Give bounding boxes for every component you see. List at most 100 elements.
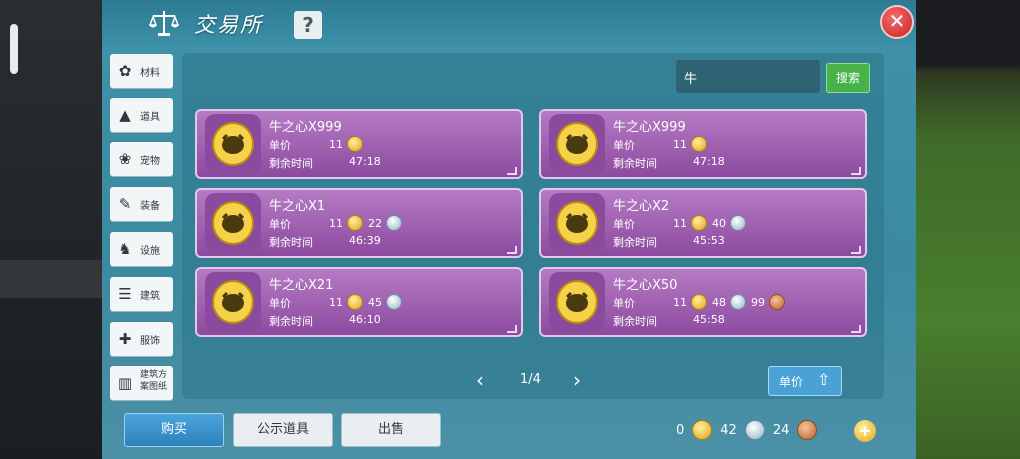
sidebar-item-blueprints[interactable]: ▥ 建筑方案图纸 [110,366,173,400]
sidebar-item-materials[interactable]: ✿ 材料 [110,54,173,88]
item-icon-frame [549,272,605,332]
silver-amount: 45 [368,295,382,309]
ox-heart-icon [556,280,598,324]
sort-by-price-button[interactable]: 单价 ⇧ [768,366,842,396]
sidebar-item-clothing[interactable]: ✚ 服饰 [110,322,173,356]
corner-mark-icon [507,167,517,175]
buy-tab[interactable]: 购买 [124,413,224,447]
silver-balance: 42 [720,422,737,438]
item-icon-frame [205,114,261,174]
add-currency-button[interactable]: + [854,420,876,442]
facility-icon: ♞ [118,240,132,258]
building-icon: ☰ [118,285,132,303]
sell-tab[interactable]: 出售 [341,413,441,447]
copper-amount: 99 [751,295,765,309]
gold-balance: 0 [676,422,685,438]
sidebar-item-label: 设施 [140,246,160,257]
listing-card[interactable]: 牛之心X21 单价 11 45 剩余时间 46:10 [195,267,523,337]
listing-card[interactable]: 牛之心X50 单价 11 48 99 剩余时间 45:58 [539,267,867,337]
gold-coin-icon [691,136,707,152]
price-label: 单价 [613,218,635,231]
time-remaining: 47:18 [349,155,381,168]
ox-heart-icon [212,280,254,324]
time-remaining: 45:58 [693,313,725,326]
close-button[interactable]: ✕ [880,5,914,39]
time-label: 剩余时间 [269,157,313,170]
time-remaining: 46:10 [349,313,381,326]
listing-card[interactable]: 牛之心X1 单价 11 22 剩余时间 46:39 [195,188,523,258]
item-name: 牛之心X999 [269,120,342,135]
title-bar: 交易所 ? ✕ [102,0,916,46]
gold-amount: 11 [673,216,687,230]
listing-card[interactable]: 牛之心X999 单价 11 剩余时间 47:18 [539,109,867,179]
price-value: 11 45 [329,294,405,310]
copper-balance: 24 [772,422,790,438]
ox-heart-icon [212,122,254,166]
sidebar-item-label: 建筑方案图纸 [140,370,168,392]
sidebar-item-facilities[interactable]: ♞ 设施 [110,232,173,266]
help-button[interactable]: ? [294,11,322,39]
item-name: 牛之心X2 [613,199,670,214]
price-label: 单价 [269,218,291,231]
price-label: 单价 [269,139,291,152]
sidebar-item-equipment[interactable]: ✎ 装备 [110,187,173,221]
silver-coin-icon [744,420,765,440]
prev-page-button[interactable]: ‹ [476,368,484,392]
time-remaining: 47:18 [693,155,725,168]
silver-coin-icon [730,215,746,231]
silver-coin-icon [386,294,402,310]
price-label: 单价 [613,139,635,152]
price-label: 单价 [613,297,635,310]
gold-amount: 11 [673,295,687,309]
sidebar-item-buildings[interactable]: ☰ 建筑 [110,277,173,311]
corner-mark-icon [507,325,517,333]
gold-coin-icon [691,215,707,231]
price-value: 11 48 99 [673,294,788,310]
sort-label: 单价 [779,375,804,389]
materials-icon: ✿ [118,62,132,80]
search-input-value: 牛 [684,72,698,87]
sidebar-item-props[interactable]: ▲ 道具 [110,98,173,132]
search-button[interactable]: 搜索 [826,63,870,93]
wallet-balance: 0 42 24 [676,420,825,440]
item-name: 牛之心X21 [269,278,334,293]
price-value: 11 [329,136,366,152]
public-items-tab[interactable]: 公示道具 [233,413,333,447]
ox-heart-icon [212,201,254,245]
sidebar-item-label: 道具 [140,112,160,123]
scroll-indicator[interactable] [10,24,18,74]
props-icon: ▲ [119,106,131,124]
time-remaining: 46:39 [349,234,381,247]
time-label: 剩余时间 [613,315,657,328]
item-name: 牛之心X50 [613,278,678,293]
gold-amount: 11 [329,216,343,230]
copper-coin-icon [769,294,785,310]
sort-up-icon: ⇧ [817,370,831,389]
listing-card[interactable]: 牛之心X999 单价 11 剩余时间 47:18 [195,109,523,179]
price-value: 11 [673,136,710,152]
search-input[interactable]: 牛 [676,60,820,93]
background-right [916,0,1020,459]
silver-coin-icon [730,294,746,310]
gold-amount: 11 [329,137,343,151]
corner-mark-icon [851,325,861,333]
price-label: 单价 [269,297,291,310]
sidebar-item-label: 服饰 [140,336,160,347]
price-value: 11 22 [329,215,405,231]
item-icon-frame [205,193,261,253]
silver-coin-icon [386,215,402,231]
item-icon-frame [549,193,605,253]
corner-mark-icon [851,167,861,175]
sidebar-item-label: 材料 [140,68,160,79]
scales-icon [148,11,180,36]
gold-amount: 11 [329,295,343,309]
listing-card[interactable]: 牛之心X2 单价 11 40 剩余时间 45:53 [539,188,867,258]
ox-heart-icon [556,122,598,166]
sidebar-item-label: 装备 [140,201,160,212]
next-page-button[interactable]: › [573,368,581,392]
sidebar-item-pets[interactable]: ❀ 宠物 [110,142,173,176]
equipment-icon: ✎ [118,195,132,213]
sidebar-item-label: 建筑 [140,291,160,302]
corner-mark-icon [507,246,517,254]
time-label: 剩余时间 [269,315,313,328]
